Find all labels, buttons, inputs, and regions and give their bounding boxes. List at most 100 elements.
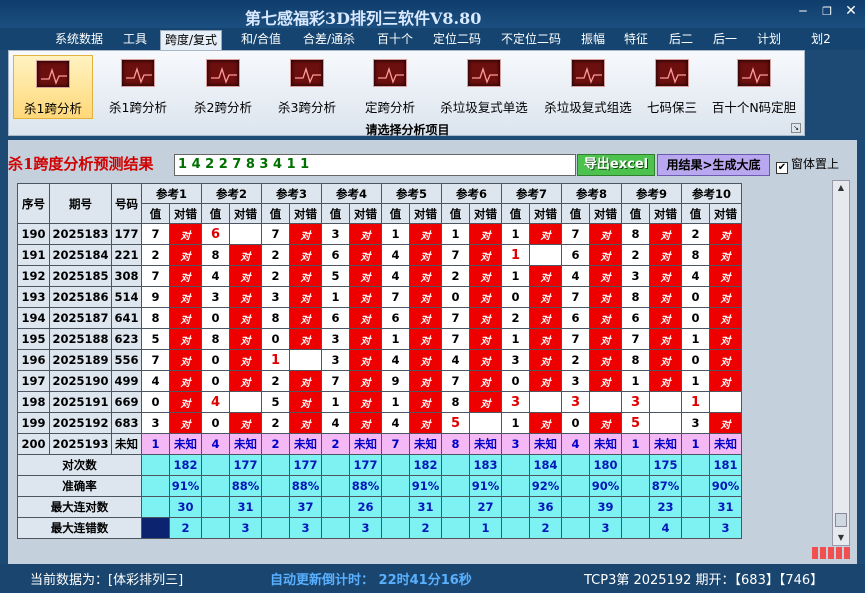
menu-10[interactable]: 后二: [663, 30, 699, 50]
reference-header[interactable]: 参考6: [441, 183, 502, 204]
hit-cell: 对: [169, 286, 202, 308]
stats-spacer: [621, 517, 650, 539]
ribbon-button-2[interactable]: 杀2跨分析: [181, 55, 265, 119]
value-cell: 7: [561, 286, 590, 308]
number-cell: 669: [111, 391, 142, 413]
reference-header[interactable]: 参考5: [381, 183, 442, 204]
value-subheader: 值: [441, 203, 470, 224]
hit-cell: 对: [649, 265, 682, 287]
table-row[interactable]: 192 2025185 308 7 对 4 对 2 对 5 对 4 对 2 对 1 对 4 对 3 对 4 对: [17, 265, 742, 287]
table-row[interactable]: 190 2025183 177 7 对 6 7 对 3 对 1 对 1 对 1 对 7 对 8 对 2 对: [17, 223, 742, 245]
title-bar: 第七感福彩3D排列三软件V8.80 ‒ ❐ ✕: [0, 0, 865, 28]
reference-header[interactable]: 参考2: [201, 183, 262, 204]
menu-12[interactable]: 计划: [752, 30, 786, 50]
menu-3[interactable]: 和/合值: [234, 30, 288, 50]
hit-cell: 对: [649, 307, 682, 329]
window-title: 第七感福彩3D排列三软件V8.80: [245, 9, 482, 28]
generate-base-button[interactable]: 用结果>生成大底: [657, 154, 770, 176]
chart-icon: [655, 59, 689, 87]
scroll-down-icon[interactable]: ▼: [833, 531, 849, 545]
unknown-cell: 未知: [289, 433, 322, 455]
table-row[interactable]: 194 2025187 641 8 对 0 对 8 对 6 对 6 对 7 对 2 对 6 对 6 对 0 对: [17, 307, 742, 329]
reference-header[interactable]: 参考3: [261, 183, 322, 204]
reference-header[interactable]: 参考9: [621, 183, 682, 204]
menu-9[interactable]: 特征: [617, 30, 655, 50]
stats-spacer: [681, 496, 710, 518]
scroll-up-icon[interactable]: ▲: [833, 181, 849, 195]
menu-1[interactable]: 工具: [117, 30, 153, 50]
ribbon-button-3[interactable]: 杀3跨分析: [266, 55, 348, 119]
reference-header[interactable]: 参考10: [681, 183, 742, 204]
hit-cell: 对: [289, 223, 322, 245]
ribbon-button-5[interactable]: 杀垃圾复式单选: [433, 55, 535, 119]
hit-cell: 对: [649, 286, 682, 308]
scroll-thumb[interactable]: [835, 513, 847, 527]
ribbon-button-1[interactable]: 杀1跨分析: [97, 55, 179, 119]
table-row[interactable]: 191 2025184 221 2 对 8 对 2 对 6 对 4 对 7 对 1 6 对 2 对 8 对: [17, 244, 742, 266]
menu-8[interactable]: 振幅: [574, 30, 612, 50]
ribbon-button-7[interactable]: 七码保三: [639, 55, 705, 119]
stats-label: 最大连对数: [17, 496, 142, 518]
menu-4[interactable]: 合差/通杀: [296, 30, 362, 50]
hit-subheader: 对错: [589, 203, 622, 224]
menu-7[interactable]: 不定位二码: [494, 30, 568, 50]
ribbon-button-0[interactable]: 杀1跨分析: [13, 55, 93, 119]
table-row[interactable]: 199 2025192 683 3 对 0 对 2 对 4 对 4 对 5 1 对 0 对 5 3 对: [17, 412, 742, 434]
reference-header[interactable]: 参考1: [141, 183, 202, 204]
column-header[interactable]: 序号: [17, 183, 50, 224]
ribbon-button-label: 杀1跨分析: [24, 101, 82, 116]
stats-spacer: [561, 475, 590, 497]
chart-icon: [373, 59, 407, 87]
reference-header[interactable]: 参考8: [561, 183, 622, 204]
hit-cell: 对: [169, 412, 202, 434]
prediction-row[interactable]: 200 2025193 未知 1 未知 4 未知 2 未知 2 未知 7 未知 8 未知 3 未知 4 未知 1 未知 1…: [17, 433, 742, 455]
restore-icon[interactable]: ❐: [816, 5, 838, 18]
hit-cell: 对: [349, 244, 382, 266]
reference-header[interactable]: 参考4: [321, 183, 382, 204]
table-row[interactable]: 197 2025190 499 4 对 0 对 2 对 7 对 9 对 7 对 0 对 3 对 1 对 1 对: [17, 370, 742, 392]
value-cell: 0: [561, 412, 590, 434]
stats-spacer: [681, 475, 710, 497]
topmost-checkbox[interactable]: ✔ 窗体置上: [776, 155, 839, 174]
miss-cell: [529, 391, 562, 413]
stats-value: 87%: [649, 475, 682, 497]
column-header[interactable]: 号码: [111, 183, 142, 224]
stats-label: 对次数: [17, 454, 142, 476]
vertical-scrollbar[interactable]: ▲ ▼: [832, 180, 850, 546]
ribbon-button-4[interactable]: 定跨分析: [350, 55, 430, 119]
ribbon-button-6[interactable]: 杀垃圾复式组选: [539, 55, 637, 119]
table-row[interactable]: 193 2025186 514 9 对 3 对 3 对 1 对 7 对 0 对 0 对 7 对 8 对 0 对: [17, 286, 742, 308]
menu-11[interactable]: 后一: [706, 30, 744, 50]
hit-cell: 对: [529, 412, 562, 434]
menu-5[interactable]: 百十个: [370, 30, 420, 50]
hit-cell: 对: [169, 223, 202, 245]
column-header[interactable]: 期号: [49, 183, 112, 224]
checkbox-icon[interactable]: ✔: [776, 162, 788, 174]
export-excel-button[interactable]: 导出excel: [577, 154, 655, 176]
value-cell: 0: [681, 307, 710, 329]
stats-row: 准确率 91% 88% 88% 88% 91% 91% 92% 90% 87% 90%: [17, 475, 742, 497]
value-cell: 7: [141, 265, 170, 287]
menu-13[interactable]: 划2: [808, 30, 834, 50]
ribbon-expand-icon[interactable]: ↘: [791, 123, 801, 133]
value-cell: 4: [681, 265, 710, 287]
value-cell: 7: [561, 223, 590, 245]
hit-cell: 对: [709, 244, 742, 266]
stats-value: 175: [649, 454, 682, 476]
table-row[interactable]: 195 2025188 623 5 对 8 对 0 对 3 对 1 对 7 对 1 对 7 对 7 对 1 对: [17, 328, 742, 350]
menu-6[interactable]: 定位二码: [426, 30, 488, 50]
table-row[interactable]: 196 2025189 556 7 对 0 对 1 3 对 4 对 4 对 3 对 2 对 8 对 0 对: [17, 349, 742, 371]
ribbon-button-8[interactable]: 百十个N码定胆: [707, 55, 801, 119]
value-cell: 7: [141, 349, 170, 371]
stats-value: 92%: [529, 475, 562, 497]
hit-cell: 对: [529, 349, 562, 371]
reference-header[interactable]: 参考7: [501, 183, 562, 204]
menu-0[interactable]: 系统数据: [48, 30, 110, 50]
hit-cell: 对: [229, 349, 262, 371]
menu-2[interactable]: 跨度/复式: [160, 30, 222, 50]
minimize-icon[interactable]: ‒: [792, 3, 814, 19]
prediction-result-field[interactable]: 1 4 2 2 7 8 3 4 1 1: [174, 154, 576, 176]
table-row[interactable]: 198 2025191 669 0 对 4 5 对 1 对 1 对 8 对 3 3 3 1: [17, 391, 742, 413]
close-icon[interactable]: ✕: [840, 3, 862, 19]
hit-cell: 对: [289, 370, 322, 392]
